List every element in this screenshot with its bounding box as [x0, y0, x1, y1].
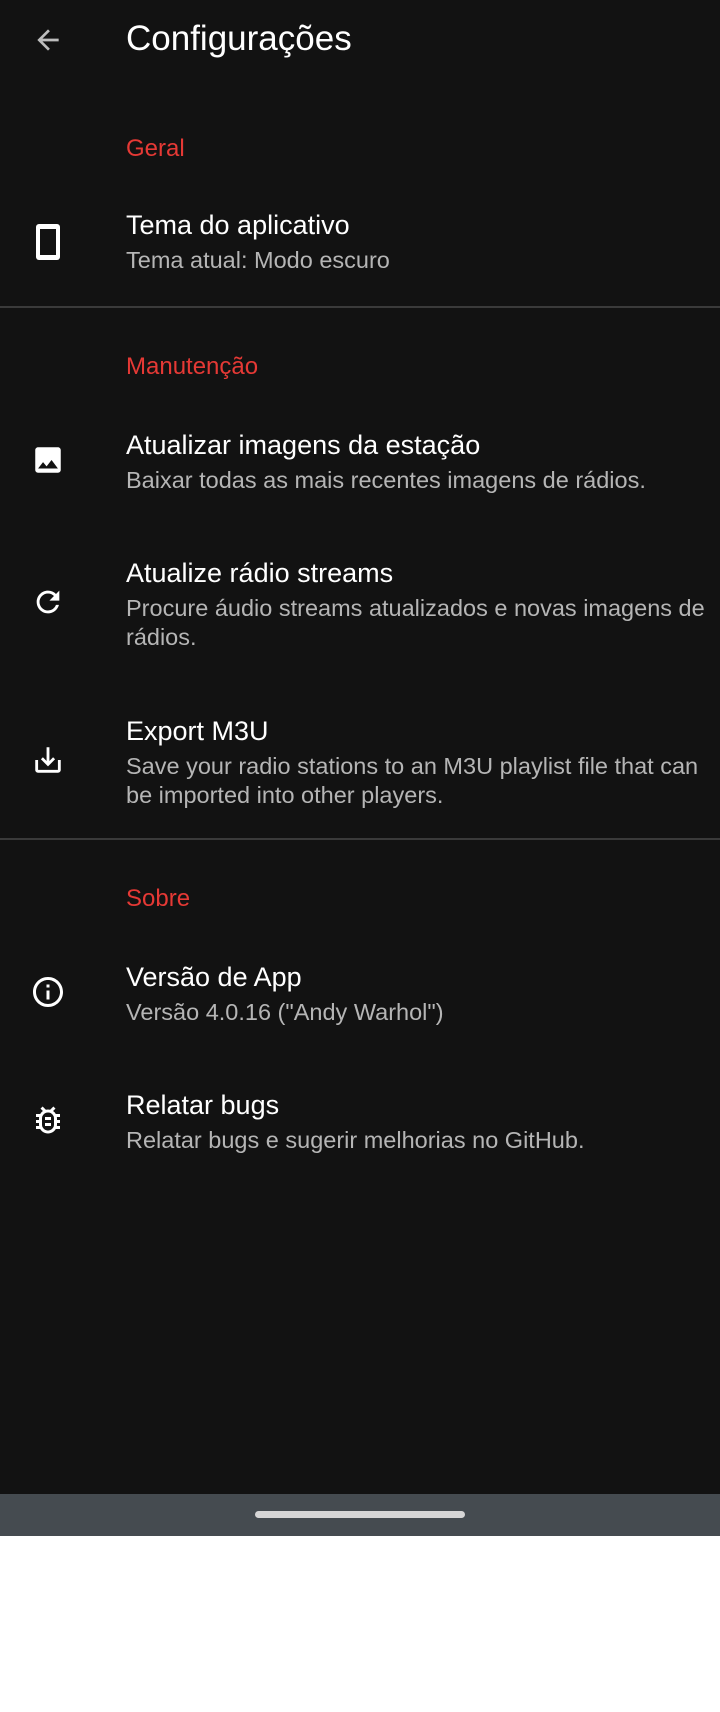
pref-summary: Versão 4.0.16 ("Andy Warhol") — [126, 999, 444, 1025]
arrow-back-icon — [32, 24, 64, 56]
settings-screen: Configurações Geral Tema do aplicativo T… — [0, 0, 720, 1494]
home-gesture-handle[interactable] — [255, 1511, 465, 1518]
smartphone-icon — [24, 218, 72, 266]
image-icon — [24, 436, 72, 484]
section-header-general: Geral — [126, 135, 185, 162]
pref-title: Export M3U — [126, 716, 269, 746]
section-header-about: Sobre — [126, 885, 191, 912]
app-bar: Configurações — [0, 0, 720, 80]
section-divider — [0, 838, 720, 840]
pref-update-station-images[interactable]: Atualizar imagens da estação Baixar toda… — [0, 410, 720, 520]
pref-title: Atualizar imagens da estação — [126, 430, 481, 460]
refresh-icon — [24, 578, 72, 626]
pref-title: Atualize rádio streams — [126, 558, 394, 588]
pref-summary: Baixar todas as mais recentes imagens de… — [126, 467, 646, 493]
pref-title: Versão de App — [126, 962, 302, 992]
pref-summary: Save your radio stations to an M3U playl… — [126, 753, 699, 808]
navigation-bar — [0, 1494, 720, 1536]
pref-title: Relatar bugs — [126, 1090, 280, 1120]
bug-icon — [24, 1096, 72, 1144]
pref-summary: Procure áudio streams atualizados e nova… — [126, 595, 705, 650]
pref-report-bugs[interactable]: Relatar bugs Relatar bugs e sugerir melh… — [0, 1070, 720, 1180]
back-button[interactable] — [24, 16, 72, 64]
pref-title: Tema do aplicativo — [126, 210, 350, 240]
pref-summary: Relatar bugs e sugerir melhorias no GitH… — [126, 1127, 585, 1153]
page-title: Configurações — [126, 19, 352, 58]
section-divider — [0, 306, 720, 308]
pref-app-version[interactable]: Versão de App Versão 4.0.16 ("Andy Warho… — [0, 942, 720, 1052]
download-icon — [24, 736, 72, 784]
pref-app-theme[interactable]: Tema do aplicativo Tema atual: Modo escu… — [0, 188, 720, 298]
pref-summary: Tema atual: Modo escuro — [126, 247, 390, 273]
pref-export-m3u[interactable]: Export M3U Save your radio stations to a… — [0, 696, 720, 836]
info-icon — [24, 968, 72, 1016]
pref-update-radio-streams[interactable]: Atualize rádio streams Procure áudio str… — [0, 538, 720, 678]
section-header-maintenance: Manutenção — [126, 353, 259, 380]
